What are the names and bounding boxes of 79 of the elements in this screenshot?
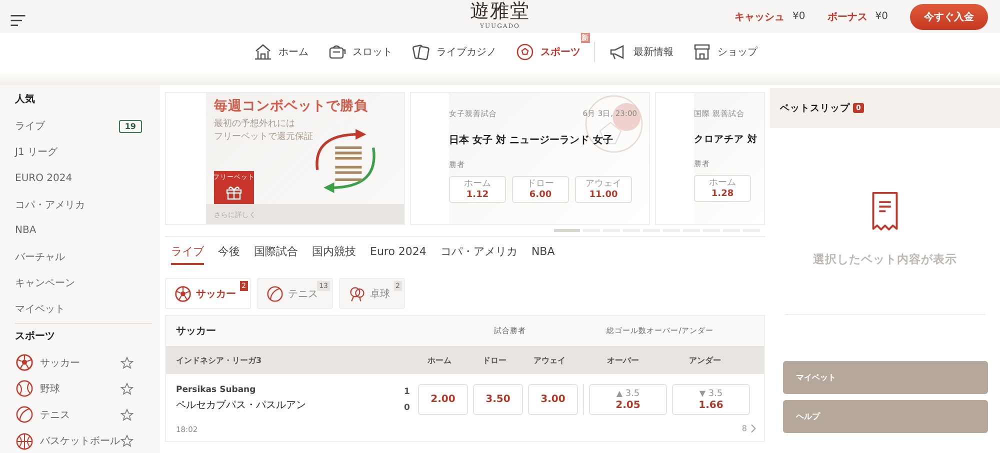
table-title: サッカー [176, 325, 217, 338]
sidebar-item[interactable]: バーチャル [15, 250, 65, 264]
balance-value: ¥0 [792, 11, 806, 22]
odds-button[interactable]: ドロー 6.00 [512, 176, 569, 203]
tab[interactable]: 国際試合 [254, 243, 298, 265]
team-name: Persikas Subang [176, 384, 257, 397]
score: 1 [404, 386, 411, 399]
tab[interactable]: Euro 2024 [370, 243, 426, 265]
sidebar-item[interactable]: テニス [40, 408, 70, 422]
sidebar-item[interactable]: コパ・アメリカ [15, 198, 85, 212]
logo[interactable]: 遊雅堂 [470, 0, 530, 23]
nav-link[interactable]: ホーム [252, 42, 308, 62]
league-name: インドネシア・リーガ3 [176, 354, 263, 366]
team-name: ペルセカブパス・パスルアン [176, 398, 307, 413]
menu-icon[interactable] [10, 14, 26, 27]
odds-button[interactable]: 2.00 [418, 384, 468, 415]
cards-icon [410, 42, 430, 62]
star-icon[interactable] [120, 408, 134, 422]
match-title: 日本 女子 対 ニュージーランド 女子 [449, 133, 614, 147]
nav-link[interactable]: スロット [326, 42, 392, 62]
sidebar-item[interactable]: EURO 2024 [15, 172, 72, 184]
baseball-icon [15, 379, 34, 398]
promo-text: 最初の予想外れには [214, 118, 296, 131]
soccer-ball-icon [174, 284, 192, 302]
deposit-button[interactable]: 今すぐ入金 [910, 4, 988, 30]
score: 0 [404, 402, 411, 415]
soccer-ball-icon [15, 353, 34, 372]
odds-button[interactable]: 3.00 [528, 384, 578, 415]
balance-value: ¥0 [875, 11, 888, 22]
sidebar-item[interactable]: J1 リーグ [15, 145, 58, 160]
odds-button[interactable]: ホーム 1.12 [449, 176, 506, 203]
sidebar-item[interactable]: キャンペーン [15, 276, 75, 290]
odds-button[interactable]: ▼ 3.5 1.66 [672, 384, 750, 415]
odds-button[interactable]: 3.50 [473, 384, 523, 415]
star-icon[interactable] [120, 434, 134, 448]
page-indicator[interactable] [554, 229, 580, 232]
nav-link[interactable]: 最新情報 [608, 42, 674, 62]
tab[interactable]: 国内競技 [312, 243, 356, 265]
column-header: ドロー [482, 354, 508, 366]
tennis-ball-icon [266, 284, 284, 302]
chevron-right-icon [750, 424, 756, 433]
soccer-ball-icon [514, 42, 534, 62]
count-badge: 19 [118, 120, 142, 133]
tab[interactable]: NBA [531, 243, 555, 265]
sidebar-item[interactable]: サッカー [40, 356, 80, 370]
nav-link[interactable]: ショップ [692, 42, 758, 62]
column-header: アウェイ [532, 354, 566, 366]
tab[interactable]: ライブ [171, 243, 204, 265]
tab[interactable]: コパ・アメリカ [440, 243, 518, 265]
sidebar-item[interactable]: マイベット [15, 302, 65, 316]
panel-title: ベットスリップ [780, 102, 850, 114]
column-header: ホーム [426, 354, 452, 366]
column-header: アンダー [688, 354, 722, 366]
promo-title: 毎週コンボベットで勝負 [214, 97, 369, 115]
paddle-icon [348, 284, 366, 302]
sidebar-item[interactable]: NBA [15, 225, 36, 236]
basketball-icon [15, 432, 34, 451]
column-header: オーバー [606, 354, 640, 366]
tab[interactable]: 今後 [218, 243, 240, 265]
gift-icon [224, 184, 244, 200]
section-title: 人気 [15, 92, 36, 107]
sidebar-item[interactable]: 野球 [40, 382, 60, 396]
balance-label: キャッシュ [734, 10, 785, 24]
star-icon[interactable] [120, 356, 134, 370]
odds-button[interactable]: アウェイ 11.00 [575, 176, 632, 203]
odds-button[interactable]: ▲ 3.5 2.05 [589, 384, 667, 415]
match-title: クロアチア 対 [694, 133, 758, 146]
shop-icon [692, 42, 712, 62]
odds-button[interactable]: ホーム 1.28 [694, 175, 751, 202]
promo-text: フリーベットで還元保証 [214, 131, 314, 144]
balance-label: ボーナス [827, 10, 868, 24]
empty-message: 選択したベット内容が表示 [813, 252, 957, 267]
tennis-ball-icon [15, 405, 34, 424]
nav-link[interactable]: ライブカジノ [410, 42, 496, 62]
sidebar-item[interactable]: バスケットボール [40, 434, 120, 448]
sidebar-item[interactable]: ライブ [15, 119, 45, 134]
section-title: スポーツ [15, 330, 56, 344]
star-icon[interactable] [120, 382, 134, 396]
house-icon [252, 42, 272, 62]
